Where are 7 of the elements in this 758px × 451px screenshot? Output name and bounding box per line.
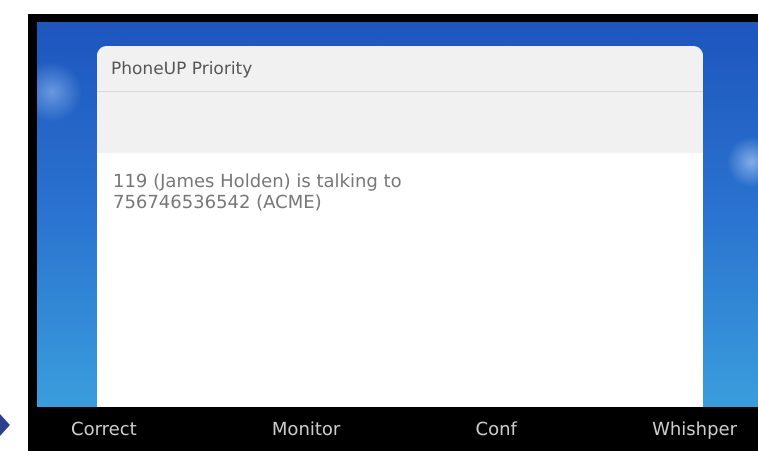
softkey[interactable]: Whishper [652, 418, 737, 440]
dialog-message: 119 (James Holden) is talking to 756746536542 (ACME) [112, 170, 403, 215]
softkey[interactable]: Conf [476, 418, 517, 440]
softkey[interactable]: Correct [71, 418, 137, 440]
arrow-icon [0, 414, 10, 436]
softkey[interactable]: Monitor [272, 418, 340, 440]
dialog-title: PhoneUP Priority [97, 46, 703, 92]
